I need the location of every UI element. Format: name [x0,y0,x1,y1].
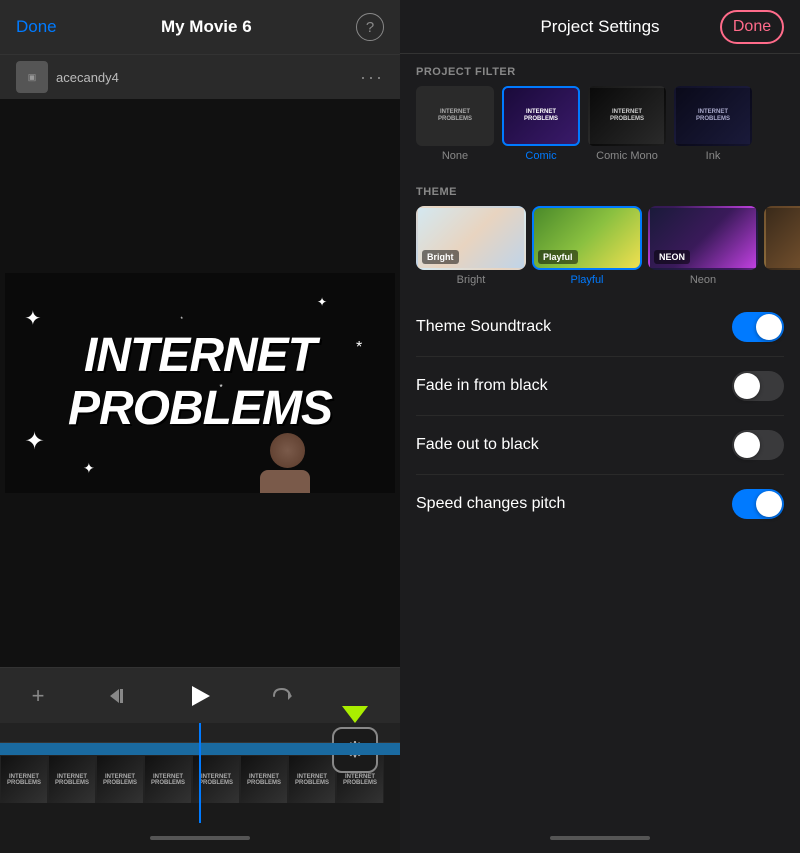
done-button-left[interactable]: Done [16,17,57,37]
home-indicator-right [400,823,800,853]
user-subheader: ▣ acecandy4 ··· [0,54,400,99]
theme-label-neon: Neon [690,274,716,286]
toggle-knob [756,491,782,517]
fade-in-toggle[interactable] [732,371,784,401]
theme-scroll[interactable]: Bright Bright Playful Playful NEON Neon [400,206,800,298]
toggle-knob [734,432,760,458]
redo-button[interactable] [263,678,299,714]
down-arrow-indicator [342,706,368,723]
add-icon: + [32,683,45,709]
filter-label-comic: Comic [525,150,556,162]
filter-thumb-comic[interactable]: INTERNETPROBLEMS [502,86,580,146]
preview-area: ✦ ✦ * ✦ * ✦ * * INTERNET PROBLEMS [0,99,400,667]
theme-label-bright: Bright [457,274,486,286]
right-panel: Project Settings Done PROJECT FILTER INT… [400,0,800,853]
playhead [199,723,201,823]
theme-preview-playful: Playful [534,208,640,268]
right-header: Project Settings Done [400,0,800,54]
setting-row-fade-out: Fade out to black [416,416,784,475]
setting-row-theme-soundtrack: Theme Soundtrack [416,298,784,357]
filter-thumb-ink[interactable]: INTERNETPROBLEMS [674,86,752,146]
filter-item-none[interactable]: INTERNETPROBLEMS None [416,86,494,162]
left-panel: Done My Movie 6 ? ▣ acecandy4 ··· ✦ ✦ * … [0,0,400,853]
filter-item-comicmono[interactable]: INTERNETPROBLEMS Comic Mono [588,86,666,162]
theme-thumb-playful[interactable]: Playful [532,206,642,270]
username-label: acecandy4 [56,70,360,85]
preview-canvas: ✦ ✦ * ✦ * ✦ * * INTERNET PROBLEMS [5,273,395,493]
filter-scroll[interactable]: INTERNETPROBLEMS None INTERNETPROBLEMS C… [400,86,800,174]
speed-pitch-label: Speed changes pitch [416,495,565,513]
rewind-button[interactable] [101,678,137,714]
left-header: Done My Movie 6 ? [0,0,400,54]
settings-area: ⚙ [332,706,378,773]
fade-in-label: Fade in from black [416,377,548,395]
filter-item-comic[interactable]: INTERNETPROBLEMS Comic [502,86,580,162]
redo-icon [270,685,292,707]
filter-preview-comicmono: INTERNETPROBLEMS [590,88,664,144]
theme-thumb-fourth[interactable] [764,206,800,270]
toggle-knob [734,373,760,399]
theme-preview-bright: Bright [418,208,524,268]
home-indicator-left [0,823,400,853]
add-clip-button[interactable]: + [20,678,56,714]
character-silhouette [260,433,315,493]
fade-out-label: Fade out to black [416,436,539,454]
more-options-button[interactable]: ··· [360,67,384,88]
filter-label-ink: Ink [706,150,721,162]
theme-overlay-playful: Playful [538,250,578,264]
filter-thumb-none[interactable]: INTERNETPROBLEMS [416,86,494,146]
filter-item-ink[interactable]: INTERNETPROBLEMS Ink [674,86,752,162]
theme-preview-neon: NEON [650,208,756,268]
filter-preview-none: INTERNETPROBLEMS [418,88,492,144]
project-settings-title: Project Settings [540,17,659,37]
theme-item-bright[interactable]: Bright Bright [416,206,526,286]
play-button[interactable] [182,678,218,714]
theme-item-fourth[interactable] [764,206,800,286]
theme-thumb-bright[interactable]: Bright [416,206,526,270]
theme-overlay-neon: NEON [654,250,690,264]
home-bar [150,836,250,840]
done-button-right[interactable]: Done [720,10,784,44]
theme-section-label: THEME [400,174,800,206]
theme-soundtrack-toggle[interactable] [732,312,784,342]
theme-label-playful: Playful [570,274,603,286]
setting-row-fade-in: Fade in from black [416,357,784,416]
avatar: ▣ [16,61,48,93]
filter-section-label: PROJECT FILTER [400,54,800,86]
film-frame: INTERNETPROBLEMS [240,755,288,803]
film-frame: INTERNETPROBLEMS [96,755,144,803]
filter-preview-ink: INTERNETPROBLEMS [676,88,750,144]
fade-out-toggle[interactable] [732,430,784,460]
theme-preview-fourth [766,208,800,268]
theme-item-neon[interactable]: NEON Neon [648,206,758,286]
play-icon [186,682,214,710]
settings-list: Theme Soundtrack Fade in from black Fade… [400,298,800,823]
theme-item-playful[interactable]: Playful Playful [532,206,642,286]
frames-row: INTERNETPROBLEMS INTERNETPROBLEMS INTERN… [0,755,384,803]
theme-soundtrack-label: Theme Soundtrack [416,318,551,336]
home-bar-right [550,836,650,840]
help-button[interactable]: ? [356,13,384,41]
filter-label-comicmono: Comic Mono [596,150,658,162]
preview-text: INTERNET PROBLEMS [68,330,332,436]
film-frame: INTERNETPROBLEMS [144,755,192,803]
speed-pitch-toggle[interactable] [732,489,784,519]
theme-overlay-bright: Bright [422,250,459,264]
setting-row-speed-pitch: Speed changes pitch [416,475,784,533]
film-frame: INTERNETPROBLEMS [288,755,336,803]
film-frame: INTERNETPROBLEMS [48,755,96,803]
film-frame: INTERNETPROBLEMS [0,755,48,803]
filter-label-none: None [442,150,468,162]
theme-thumb-neon[interactable]: NEON [648,206,758,270]
project-title: My Movie 6 [161,17,252,37]
toggle-knob [756,314,782,340]
help-icon: ? [366,19,374,36]
filter-thumb-comicmono[interactable]: INTERNETPROBLEMS [588,86,666,146]
rewind-icon [108,685,130,707]
filter-preview-comic: INTERNETPROBLEMS [504,88,578,144]
